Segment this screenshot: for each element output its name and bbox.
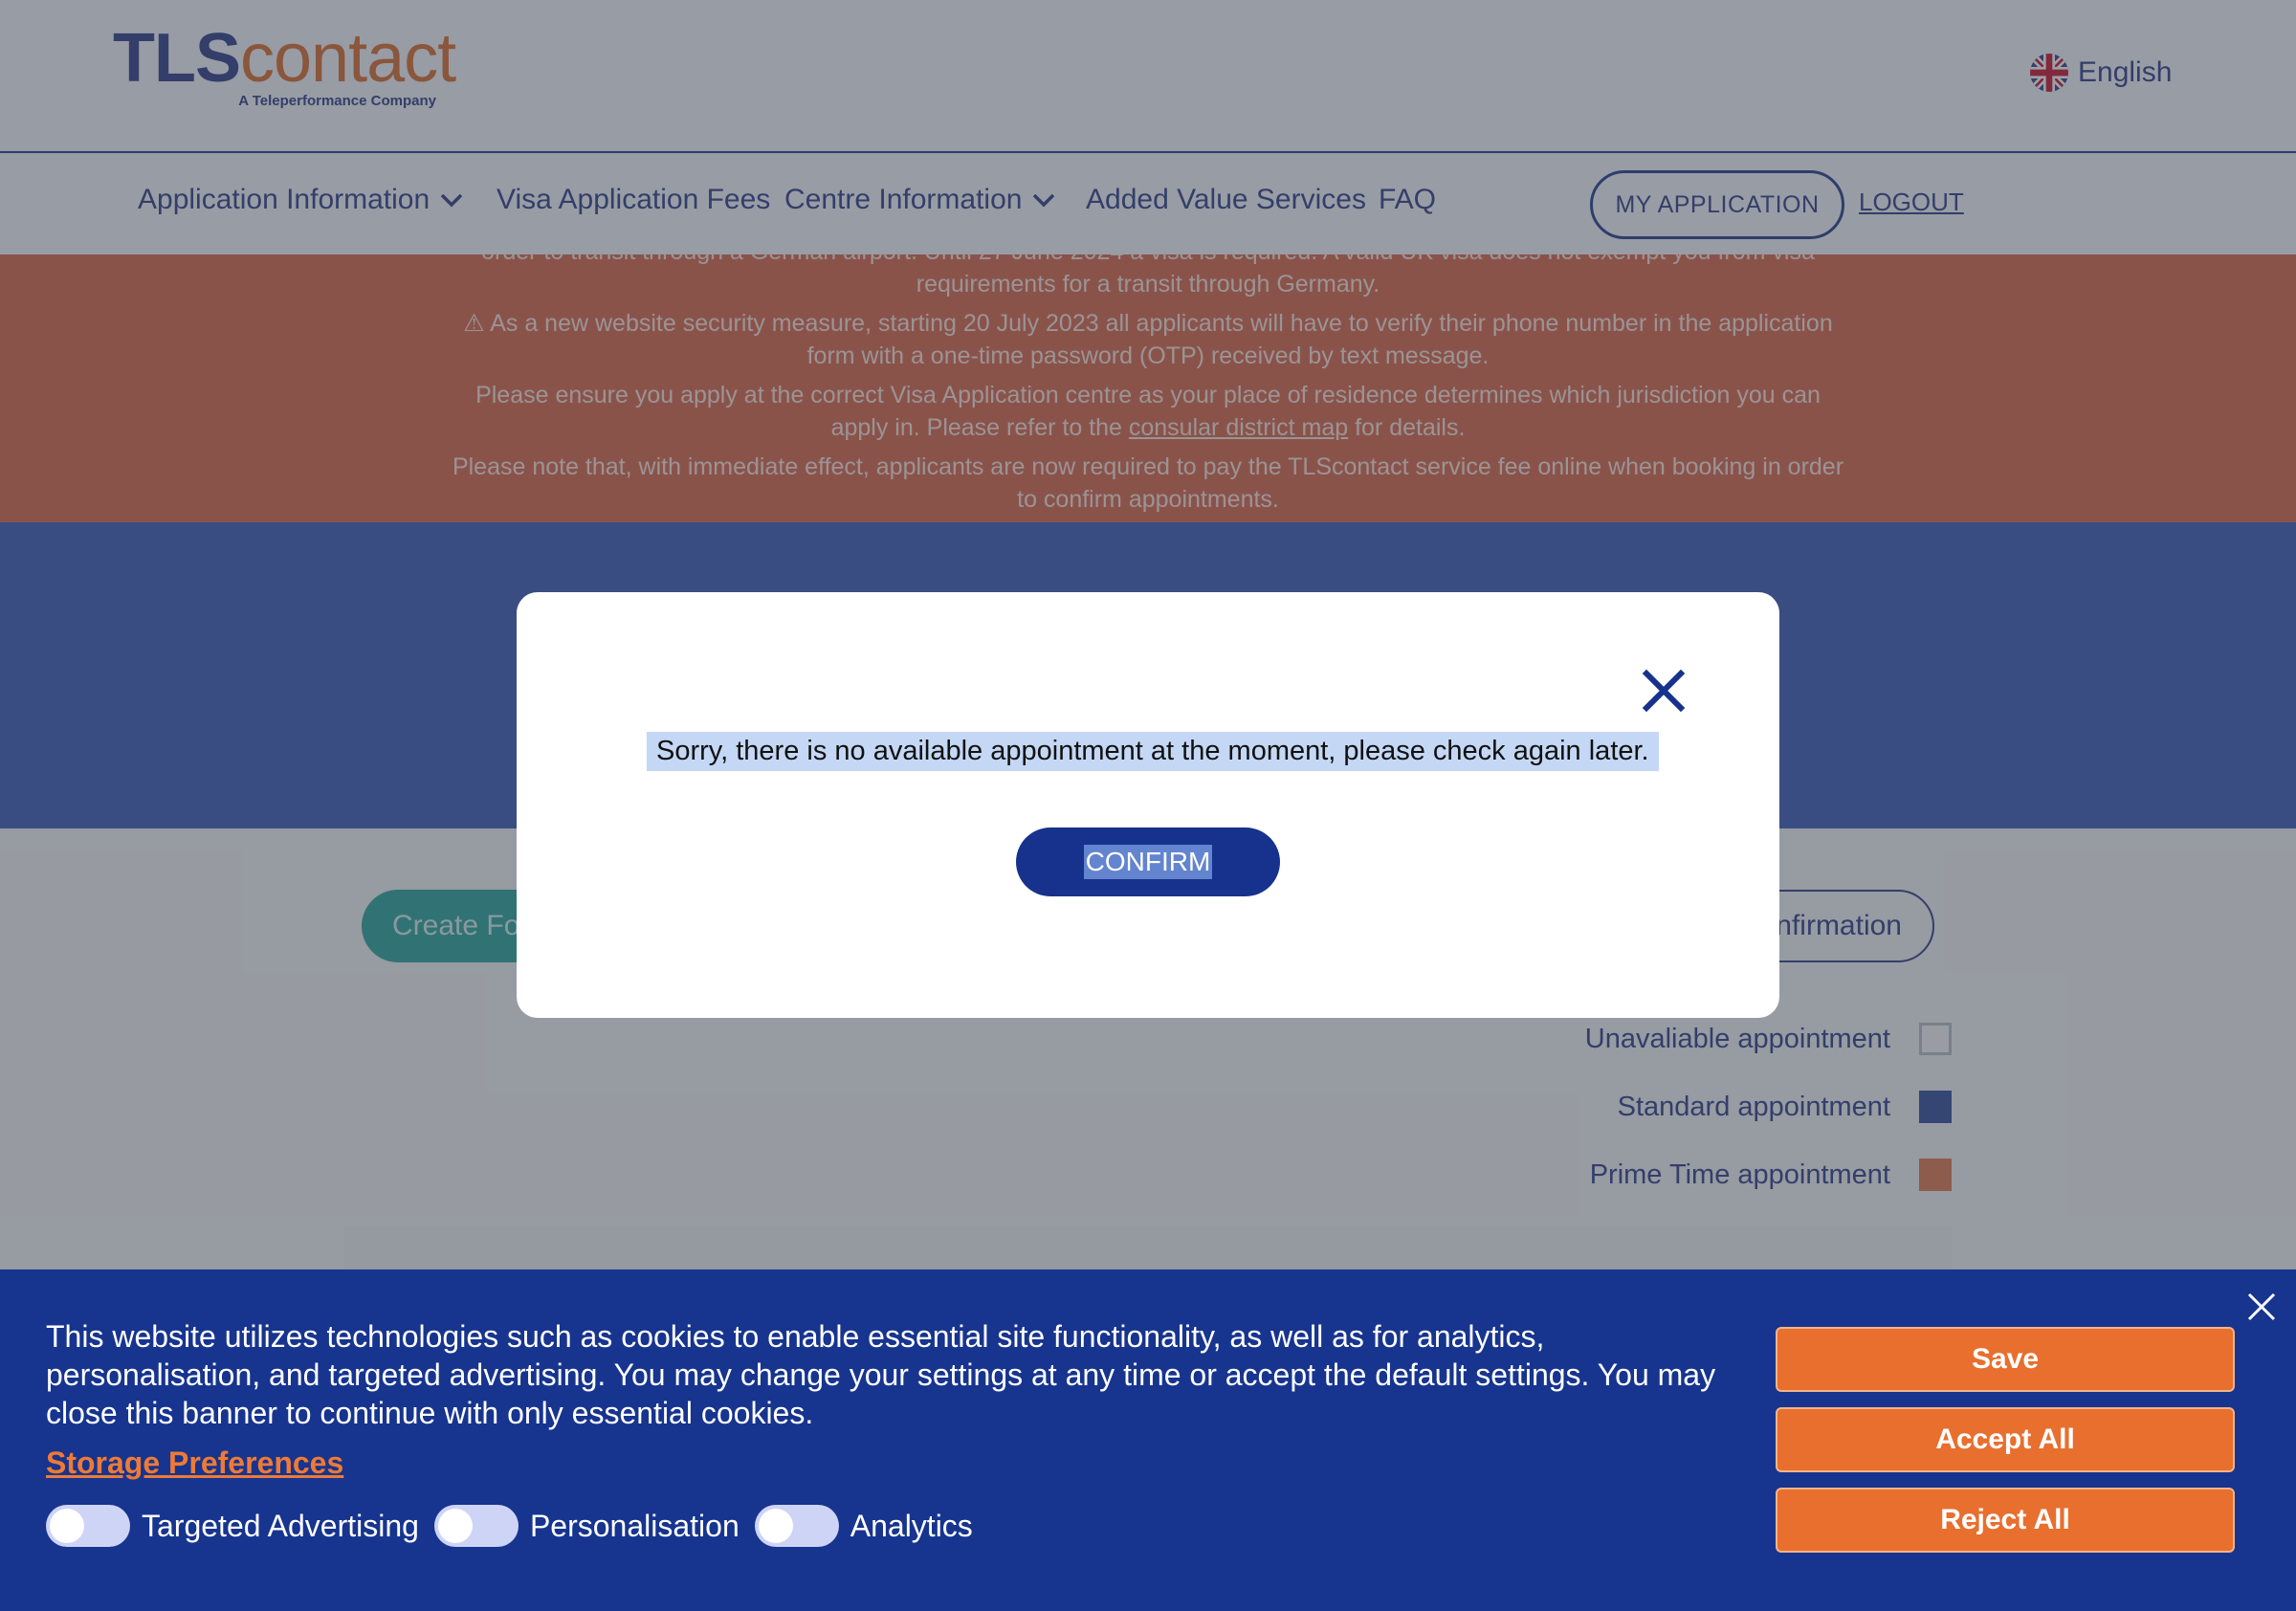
cookie-reject-all-button[interactable]: Reject All: [1776, 1488, 2235, 1553]
toggle-label: Personalisation: [529, 1508, 740, 1543]
analytics-toggle[interactable]: [754, 1505, 839, 1547]
confirm-button[interactable]: CONFIRM: [1016, 828, 1280, 896]
cookie-accept-all-button[interactable]: Accept All: [1776, 1407, 2235, 1472]
toggle-knob: [758, 1509, 793, 1543]
toggle-label: Analytics: [850, 1508, 973, 1543]
toggle-knob: [437, 1509, 473, 1543]
cookie-close-icon[interactable]: [2246, 1291, 2277, 1322]
cookie-toggles: Targeted Advertising Personalisation Ana…: [46, 1505, 988, 1547]
personalisation-toggle[interactable]: [433, 1505, 519, 1547]
no-appointment-dialog: Sorry, there is no available appointment…: [517, 592, 1779, 1018]
dialog-message: Sorry, there is no available appointment…: [647, 732, 1659, 771]
storage-preferences-link[interactable]: Storage Preferences: [46, 1445, 343, 1481]
cookie-save-button[interactable]: Save: [1776, 1327, 2235, 1392]
toggle-knob: [50, 1509, 84, 1543]
confirm-button-label: CONFIRM: [1083, 845, 1213, 879]
toggle-label: Targeted Advertising: [142, 1508, 419, 1543]
targeted-advertising-toggle[interactable]: [46, 1505, 130, 1547]
close-icon[interactable]: [1642, 669, 1686, 713]
cookie-text: This website utilizes technologies such …: [46, 1319, 1716, 1430]
